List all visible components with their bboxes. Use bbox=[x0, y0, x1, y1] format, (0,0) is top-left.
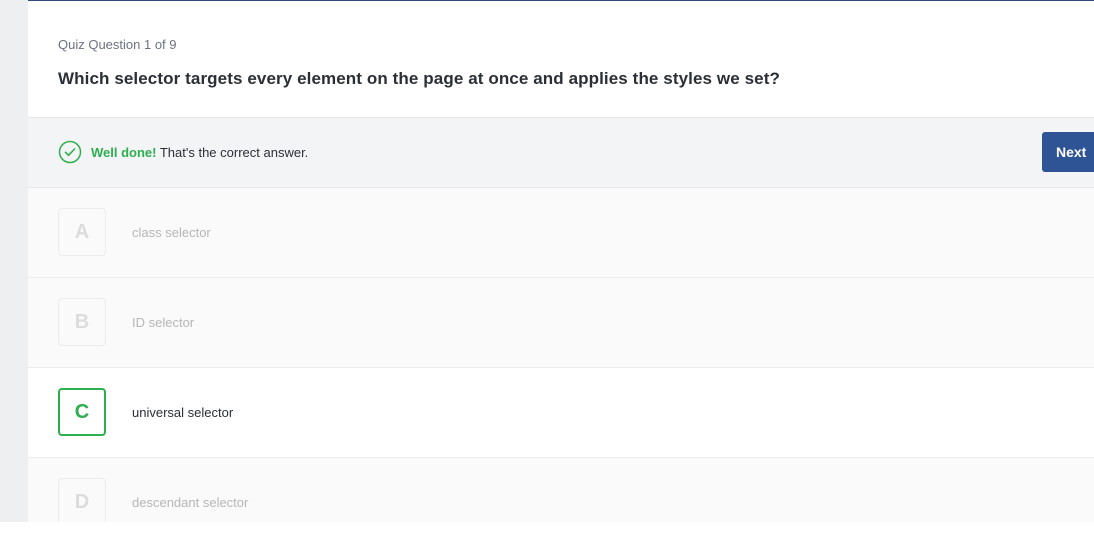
option-text: ID selector bbox=[132, 315, 195, 330]
option-letter: B bbox=[58, 298, 106, 346]
option-text: descendant selector bbox=[132, 495, 249, 510]
next-button[interactable]: Next bbox=[1042, 132, 1094, 172]
question-header: Quiz Question 1 of 9 Which selector targ… bbox=[28, 1, 1094, 117]
feedback-message: That's the correct answer. bbox=[156, 145, 309, 160]
option-text: universal selector bbox=[132, 405, 234, 420]
check-circle-icon bbox=[58, 140, 82, 164]
answer-option-d[interactable]: D descendant selector bbox=[28, 458, 1094, 522]
question-text: Which selector targets every element on … bbox=[58, 69, 780, 88]
option-letter: A bbox=[58, 208, 106, 256]
answer-option-a[interactable]: A class selector bbox=[28, 188, 1094, 278]
left-rail bbox=[0, 0, 28, 522]
option-letter: C bbox=[58, 388, 106, 436]
option-letter: D bbox=[58, 478, 106, 522]
feedback-text: Well done! That's the correct answer. bbox=[91, 145, 308, 160]
answer-option-b[interactable]: B ID selector bbox=[28, 278, 1094, 368]
option-text: class selector bbox=[132, 225, 211, 240]
answer-option-c[interactable]: C universal selector bbox=[28, 368, 1094, 458]
feedback-strong: Well done! bbox=[91, 145, 157, 160]
quiz-panel: Quiz Question 1 of 9 Which selector targ… bbox=[28, 1, 1094, 522]
feedback-banner: Well done! That's the correct answer. Ne… bbox=[28, 117, 1094, 188]
question-counter: Quiz Question 1 of 9 bbox=[58, 37, 177, 52]
